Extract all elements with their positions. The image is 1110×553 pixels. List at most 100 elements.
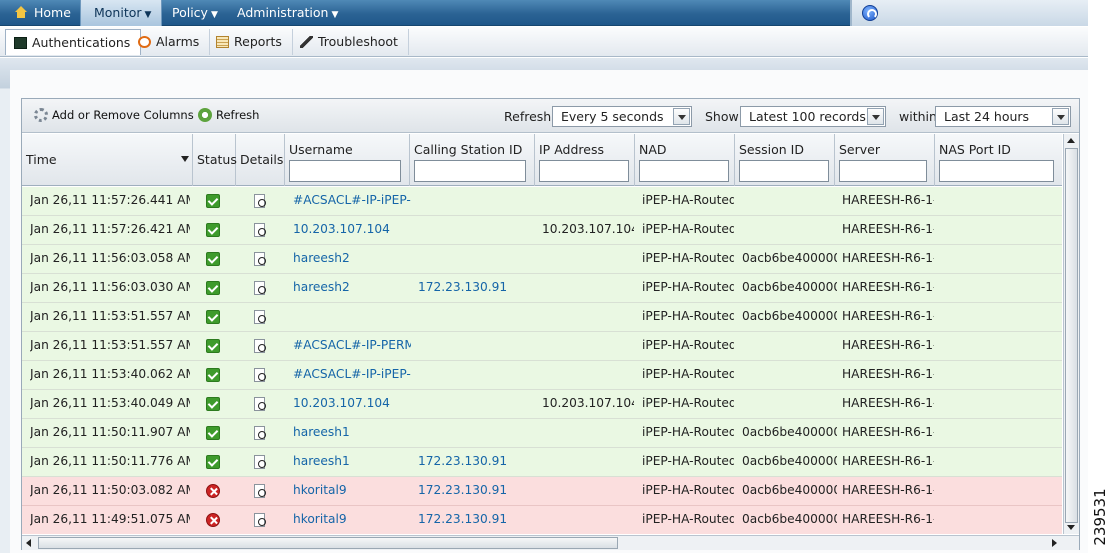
cell-calling-station-id[interactable] [418,361,534,389]
column-header-session-id[interactable]: Session ID [735,134,835,186]
cell-time: Jan 26,11 11:50:11.907 AM [30,425,190,439]
help-icon[interactable] [862,5,878,21]
column-header-username[interactable]: Username [285,134,410,186]
table-row[interactable]: Jan 26,11 11:50:03.082 AM hkorital9 172.23… [22,477,1062,506]
details-magnifier-icon[interactable] [254,310,266,324]
cell-calling-station-id[interactable] [418,245,534,273]
scroll-up-icon[interactable] [1067,138,1075,143]
details-magnifier-icon[interactable] [254,339,266,353]
cell-username[interactable]: #ACSACL#-IP-PERMI [293,332,411,360]
scroll-left-icon[interactable] [26,539,31,547]
server-filter-input[interactable] [839,160,927,182]
table-row[interactable]: Jan 26,11 11:53:40.049 AM 10.203.107.104 1… [22,390,1062,419]
refresh-interval-select[interactable]: Every 5 seconds [552,106,692,127]
cell-calling-station-id[interactable]: 172.23.130.91 [418,448,534,476]
table-row[interactable]: Jan 26,11 11:56:03.058 AM hareesh2 iPEP-HA… [22,245,1062,274]
column-header-server[interactable]: Server [835,134,935,186]
details-magnifier-icon[interactable] [254,252,266,266]
table-row[interactable]: Jan 26,11 11:53:51.557 AM #ACSACL#-IP-PER… [22,332,1062,361]
column-header-details[interactable]: Details [236,134,285,186]
session-id-filter-input[interactable] [739,160,829,182]
cell-calling-station-id[interactable]: 172.23.130.91 [418,506,534,534]
table-row[interactable]: Jan 26,11 11:49:51.075 AM hkorital9 172.23… [22,506,1062,534]
cell-session-id [742,361,837,389]
show-records-select[interactable]: Latest 100 records [740,106,886,127]
table-row[interactable]: Jan 26,11 11:56:03.030 AM hareesh2 172.23.… [22,274,1062,303]
details-magnifier-icon[interactable] [254,426,266,440]
cell-username[interactable]: 10.203.107.104 [293,216,411,244]
details-magnifier-icon[interactable] [254,455,266,469]
details-magnifier-icon[interactable] [254,281,266,295]
cell-calling-station-id[interactable]: 172.23.130.91 [418,274,534,302]
table-row[interactable]: Jan 26,11 11:53:40.062 AM #ACSACL#-IP-iPE… [22,361,1062,390]
cell-username[interactable]: 10.203.107.104 [293,390,411,418]
cell-username[interactable]: hareesh2 [293,274,411,302]
nav-home[interactable]: Home [6,0,79,26]
figure-id: 239531 [1091,488,1109,546]
time-range-select[interactable]: Last 24 hours [935,106,1071,127]
username-filter-input[interactable] [289,160,401,182]
column-header-time[interactable]: Time [22,134,193,186]
report-icon [216,36,229,48]
nav-administration[interactable]: Administration ▼ [229,0,346,26]
scroll-down-icon[interactable] [1067,525,1075,530]
nas-port-filter-input[interactable] [939,160,1054,182]
tab-reports[interactable]: Reports [208,29,293,55]
vertical-scroll-thumb[interactable] [1065,148,1078,523]
cell-username[interactable]: #ACSACL#-IP-iPEP-U [293,361,411,389]
horizontal-scrollbar[interactable] [22,535,1079,550]
table-row[interactable]: Jan 26,11 11:57:26.441 AM #ACSACL#-IP-iPE… [22,187,1062,216]
tab-authentications[interactable]: Authentications [5,29,142,55]
refresh-button[interactable]: Refresh [198,108,259,122]
details-magnifier-icon[interactable] [254,397,266,411]
cell-nad: iPEP-HA-Routed [642,512,734,526]
column-header-nad[interactable]: NAD [635,134,735,186]
cell-username[interactable]: hareesh1 [293,419,411,447]
cell-calling-station-id[interactable] [418,303,534,331]
column-header-ip-address[interactable]: IP Address [535,134,635,186]
nav-policy[interactable]: Policy ▼ [164,0,226,26]
cell-server: HAREESH-R6-1- [842,454,934,468]
cell-username[interactable]: hareesh1 [293,448,411,476]
tab-alarms[interactable]: Alarms [130,29,211,55]
table-row[interactable]: Jan 26,11 11:50:11.776 AM hareesh1 172.23.… [22,448,1062,477]
table-row[interactable]: Jan 26,11 11:53:51.557 AM iPEP-HA-Routed 0… [22,303,1062,332]
column-header-nas-port-id[interactable]: NAS Port ID [935,134,1062,186]
nav-monitor[interactable]: Monitor ▼ [80,0,162,26]
cell-calling-station-id[interactable] [418,332,534,360]
cell-calling-station-id[interactable] [418,216,534,244]
cell-calling-station-id[interactable] [418,419,534,447]
sort-desc-icon[interactable] [181,156,189,162]
cell-username[interactable]: #ACSACL#-IP-iPEP-U [293,187,411,215]
cell-session-id [742,390,837,418]
column-header-status[interactable]: Status [193,134,237,186]
ip-address-filter-input[interactable] [539,160,629,182]
cell-username[interactable]: hkorital9 [293,477,411,505]
tab-troubleshoot[interactable]: Troubleshoot [292,29,409,55]
horizontal-scroll-thumb[interactable] [38,537,618,549]
calling-station-filter-input[interactable] [414,160,526,182]
cell-calling-station-id[interactable] [418,390,534,418]
nad-filter-input[interactable] [639,160,729,182]
add-remove-columns-button[interactable]: Add or Remove Columns ▼ [34,108,208,122]
vertical-scrollbar[interactable] [1063,134,1079,534]
column-header-calling-station-id[interactable]: Calling Station ID [410,134,535,186]
scroll-right-icon[interactable] [1052,539,1057,547]
details-magnifier-icon[interactable] [254,223,266,237]
details-magnifier-icon[interactable] [254,484,266,498]
cell-username[interactable]: hareesh2 [293,245,411,273]
chevron-down-icon [673,108,690,125]
cell-ip-address [542,506,634,534]
table-row[interactable]: Jan 26,11 11:50:11.907 AM hareesh1 iPEP-HA… [22,419,1062,448]
cell-username[interactable] [293,303,411,331]
chevron-down-icon: ▼ [331,10,339,20]
cell-calling-station-id[interactable] [418,187,534,215]
cell-calling-station-id[interactable]: 172.23.130.91 [418,477,534,505]
details-magnifier-icon[interactable] [254,194,266,208]
cell-ip-address [542,448,634,476]
details-magnifier-icon[interactable] [254,368,266,382]
details-magnifier-icon[interactable] [254,513,266,527]
cell-ip-address [542,245,634,273]
cell-username[interactable]: hkorital9 [293,506,411,534]
table-row[interactable]: Jan 26,11 11:57:26.421 AM 10.203.107.104 1… [22,216,1062,245]
